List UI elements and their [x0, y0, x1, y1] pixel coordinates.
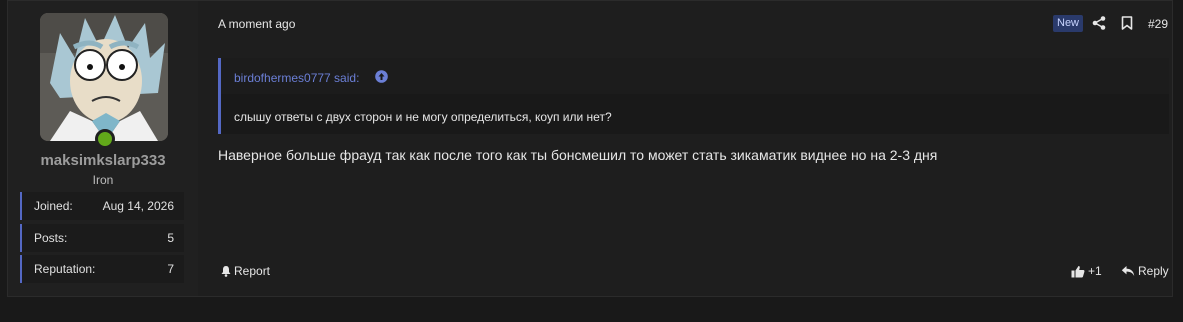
stat-joined: Joined: Aug 14, 2026 [20, 192, 184, 220]
forum-post: maksimkslarp333 Iron Joined: Aug 14, 202… [7, 0, 1173, 297]
quote-text: слышу ответы с двух сторон и не могу опр… [234, 110, 612, 124]
share-icon[interactable] [1092, 16, 1106, 30]
new-badge: New [1053, 15, 1084, 32]
stat-posts: Posts: 5 [20, 224, 184, 252]
like-count: +1 [1088, 264, 1102, 278]
quote-header: birdofhermes0777 said: [221, 58, 1169, 94]
stat-value: Aug 14, 2026 [102, 199, 174, 213]
reply-arrow-icon [1121, 266, 1135, 276]
stat-label: Posts: [34, 231, 68, 245]
stat-value: 7 [167, 262, 174, 276]
post-message: Наверное больше фрауд так как после того… [218, 147, 938, 163]
post-number-link[interactable]: #29 [1148, 17, 1168, 31]
stat-label: Joined: [34, 199, 73, 213]
thumbs-up-icon [1071, 265, 1085, 277]
stat-label: Reputation: [34, 262, 96, 276]
avatar-image [40, 13, 168, 141]
reply-button[interactable]: Reply [1121, 264, 1169, 278]
quote-author-link[interactable]: birdofhermes0777 said: [234, 71, 359, 85]
arrow-up-circle-icon[interactable] [375, 70, 388, 83]
user-rank: Iron [92, 173, 114, 187]
username[interactable]: maksimkslarp333 [8, 152, 198, 169]
post-body: A moment ago New #29 birdofhermes0777 sa… [198, 1, 1172, 296]
online-status-indicator [95, 129, 115, 149]
avatar[interactable] [40, 13, 168, 141]
bell-icon [221, 266, 231, 277]
stat-reputation: Reputation: 7 [20, 255, 184, 283]
reply-label: Reply [1138, 264, 1169, 278]
stat-value: 5 [167, 231, 174, 245]
user-sidebar: maksimkslarp333 Iron Joined: Aug 14, 202… [8, 1, 198, 296]
avatar-container [40, 13, 168, 149]
quote-block: birdofhermes0777 said: слышу ответы с дв… [218, 58, 1169, 134]
report-button[interactable]: Report [220, 264, 270, 278]
report-label: Report [234, 264, 271, 278]
post-time[interactable]: A moment ago [218, 17, 295, 31]
like-button[interactable]: +1 [1071, 264, 1102, 278]
bookmark-icon[interactable] [1121, 16, 1133, 30]
